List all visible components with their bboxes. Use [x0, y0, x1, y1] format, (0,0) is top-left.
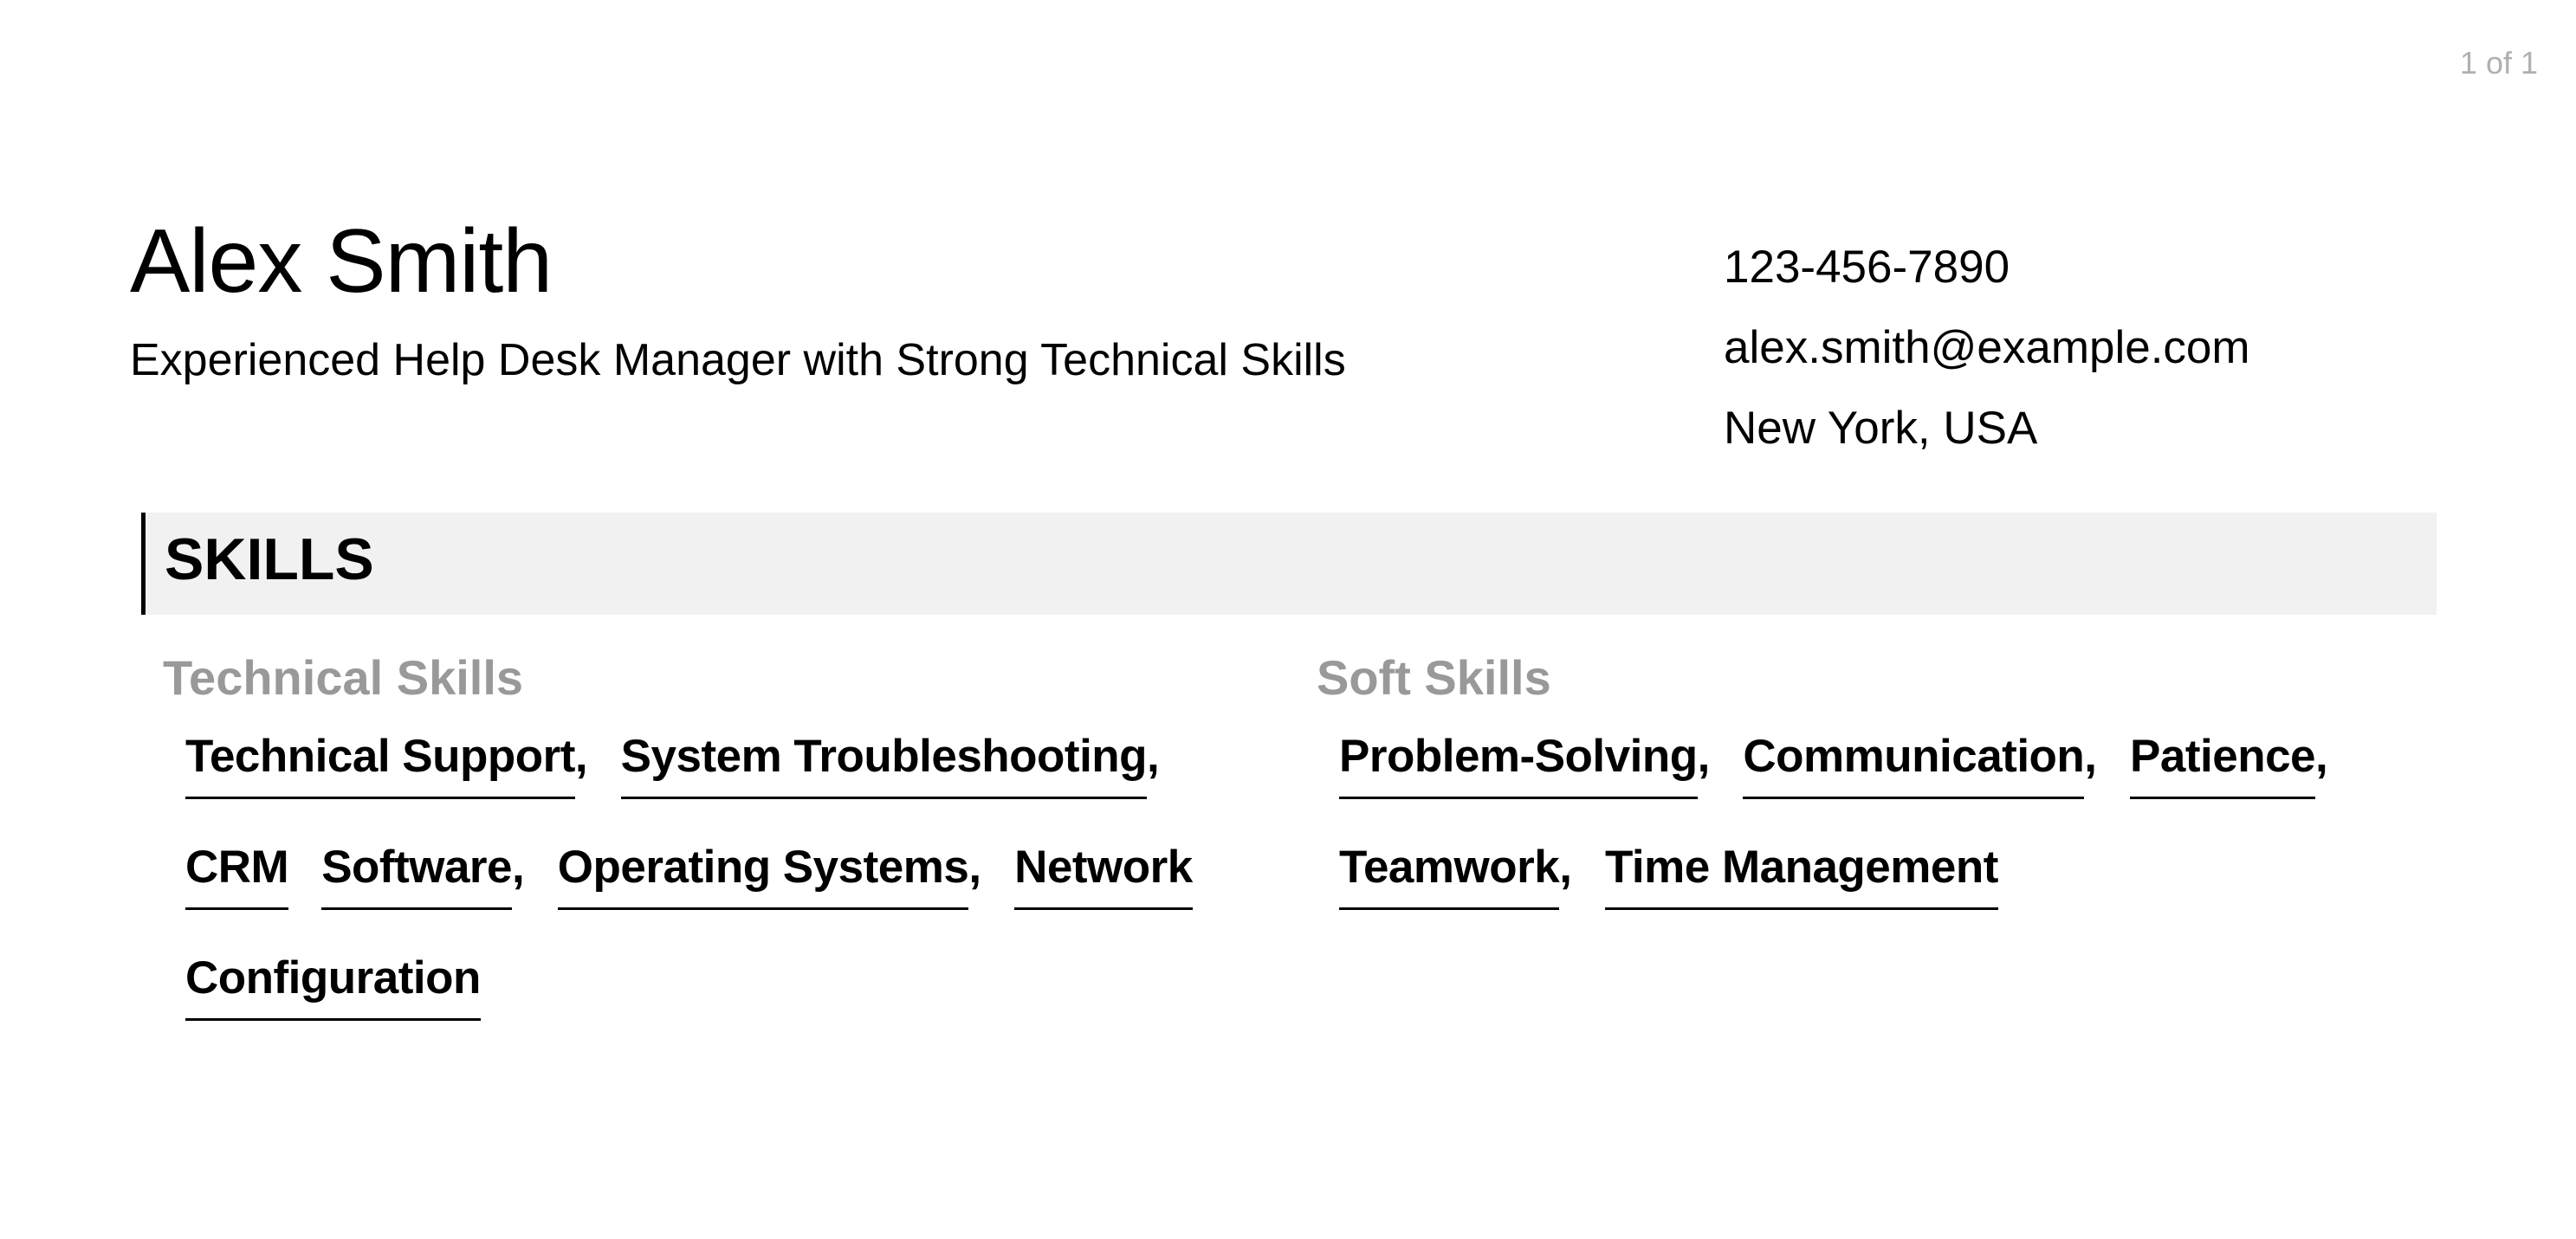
skill-label: Technical Support [185, 733, 575, 799]
contact-location: New York, USA [1724, 403, 2038, 454]
skills-section-header: SKILLS [141, 513, 2437, 615]
skill-separator: , [2084, 731, 2098, 782]
skill-separator: , [1697, 731, 1711, 782]
resume-header: Alex Smith Experienced Help Desk Manager… [130, 216, 1346, 383]
skill-label: Teamwork [1339, 844, 1560, 910]
skill-item: Communication, [1743, 733, 2097, 799]
skill-item: Problem-Solving, [1339, 733, 1710, 799]
skill-item: System Troubleshooting, [620, 731, 1160, 799]
skill-item: Time Management [1604, 844, 1998, 910]
skill-label: System Troubleshooting [620, 733, 1148, 799]
skill-label: Configuration [185, 955, 481, 1021]
skill-item: Network [1014, 844, 1193, 910]
skill-separator: , [2315, 731, 2328, 782]
skill-item: CRM [185, 844, 289, 910]
skill-label: Time Management [1604, 844, 1998, 910]
contact-email[interactable]: alex.smith@example.com [1724, 307, 2250, 388]
skill-group-title: Soft Skills [1317, 650, 1551, 705]
skill-group-technical: Technical Skills Technical Support, Syst… [163, 654, 1289, 1021]
skill-label: Problem-Solving [1339, 733, 1698, 799]
skill-item: Teamwork, [1339, 844, 1572, 910]
skill-label: Communication [1743, 733, 2085, 799]
skill-separator: , [968, 842, 982, 893]
skill-label: Software [321, 844, 513, 910]
skill-list: Problem-Solving, Communication, Patience… [1317, 733, 2443, 910]
skill-list: Technical Support, System Troubleshootin… [163, 733, 1289, 1021]
skill-item: Patience, [2130, 733, 2328, 799]
skill-label: Patience [2130, 733, 2316, 799]
contact-info: 123-456-7890 alex.smith@example.com New … [1724, 227, 2250, 468]
skill-item: Software, [321, 844, 525, 910]
skill-separator: , [1147, 731, 1160, 782]
candidate-name: Alex Smith [130, 211, 553, 312]
candidate-headline: Experienced Help Desk Manager with Stron… [130, 335, 1346, 385]
skill-item: Operating Systems, [557, 842, 982, 910]
skill-item: Configuration [185, 955, 481, 1021]
page-counter: 1 of 1 [2459, 45, 2538, 81]
skill-separator: , [574, 731, 588, 782]
skill-item: Technical Support, [185, 733, 588, 799]
skill-group-soft: Soft Skills Problem-Solving, Communicati… [1317, 654, 2443, 910]
skill-label: CRM [185, 844, 289, 910]
skill-separator: , [512, 842, 525, 893]
skill-label: Network [1014, 844, 1193, 910]
skill-label: Operating Systems [557, 844, 969, 910]
section-title: SKILLS [165, 526, 374, 592]
skill-group-title: Technical Skills [163, 650, 524, 705]
skill-separator: , [1559, 842, 1572, 893]
contact-phone[interactable]: 123-456-7890 [1724, 227, 2250, 307]
